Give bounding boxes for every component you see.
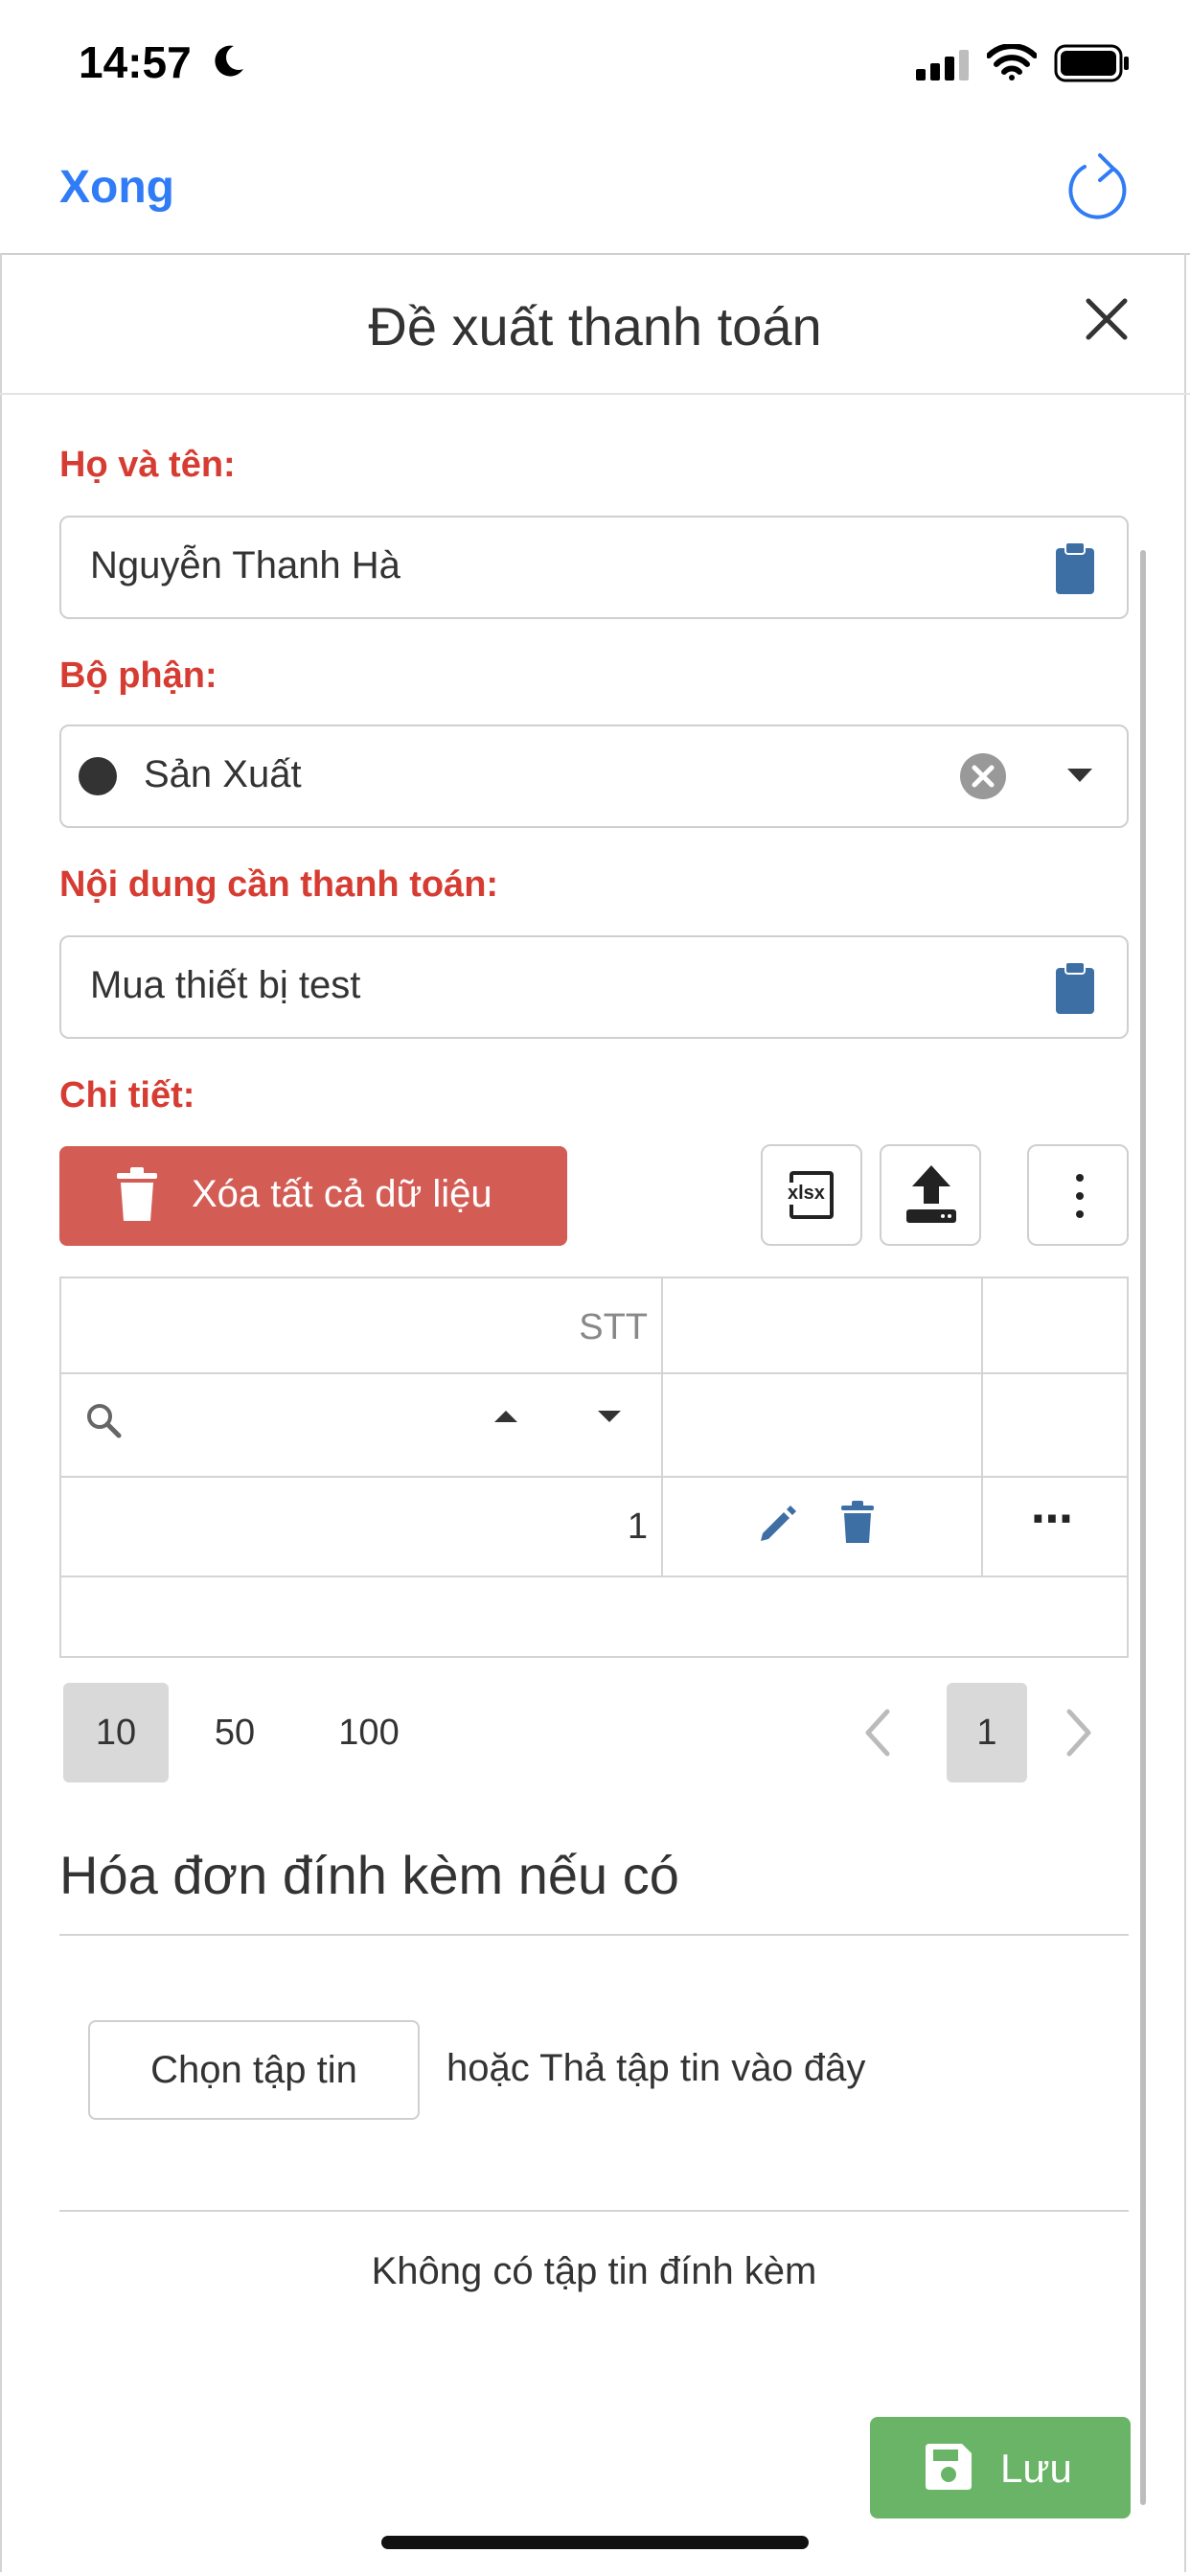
- home-indicator[interactable]: [381, 2536, 809, 2549]
- page-size-50[interactable]: 50: [192, 1683, 278, 1782]
- department-select[interactable]: Sản Xuất: [59, 724, 1129, 828]
- search-icon: [84, 1401, 123, 1444]
- scrollbar[interactable]: [1140, 550, 1146, 2505]
- clipboard-icon[interactable]: [1054, 960, 1096, 1021]
- close-icon[interactable]: [1083, 295, 1131, 348]
- clear-all-button[interactable]: Xóa tất cả dữ liệu: [59, 1146, 567, 1246]
- modal-title: Đề xuất thanh toán: [368, 296, 822, 356]
- chevron-right-icon[interactable]: [1065, 1708, 1094, 1762]
- upload-icon: [904, 1163, 958, 1230]
- more-options-button[interactable]: [1027, 1144, 1129, 1246]
- reload-icon[interactable]: [1064, 151, 1134, 229]
- chevron-down-icon[interactable]: [1065, 767, 1094, 789]
- moon-icon: [209, 42, 247, 85]
- row-more-icon[interactable]: ⋯: [1031, 1495, 1073, 1544]
- details-table: STT 1 ⋯: [59, 1276, 1129, 1658]
- choose-file-button[interactable]: Chọn tập tin: [88, 2020, 420, 2120]
- page-size-10[interactable]: 10: [63, 1683, 169, 1782]
- xlsx-label: xlsx: [786, 1183, 827, 1205]
- status-time: 14:57: [79, 37, 192, 87]
- name-label: Họ và tên:: [59, 445, 236, 485]
- department-value: Sản Xuất: [144, 753, 302, 795]
- floppy-disk-icon: [924, 2442, 973, 2501]
- upload-button[interactable]: [880, 1144, 981, 1246]
- sort-asc-icon[interactable]: [492, 1409, 519, 1429]
- drop-zone-text[interactable]: hoặc Thả tập tin vào đây: [446, 2047, 865, 2090]
- department-color-dot: [79, 757, 117, 795]
- battery-icon: [1054, 44, 1131, 87]
- modal-header-divider: [0, 393, 1190, 395]
- delete-icon[interactable]: [839, 1501, 876, 1550]
- attachments-divider: [59, 1934, 1129, 1936]
- clear-all-label: Xóa tất cả dữ liệu: [192, 1173, 492, 1215]
- save-button[interactable]: Lưu: [870, 2417, 1131, 2518]
- clear-icon[interactable]: [958, 751, 1008, 806]
- done-button[interactable]: Xong: [59, 161, 174, 214]
- name-field[interactable]: Nguyễn Thanh Hà: [59, 516, 1129, 619]
- table-row-divider: [61, 1372, 1127, 1374]
- sort-desc-icon[interactable]: [596, 1409, 623, 1429]
- save-label: Lưu: [1000, 2446, 1072, 2491]
- attachments-title: Hóa đơn đính kèm nếu có: [59, 1845, 679, 1905]
- department-label: Bộ phận:: [59, 656, 217, 696]
- name-value: Nguyễn Thanh Hà: [90, 544, 400, 586]
- content-value: Mua thiết bị test: [90, 964, 361, 1006]
- table-row[interactable]: 1 ⋯: [61, 1478, 1127, 1576]
- details-label: Chi tiết:: [59, 1075, 195, 1116]
- edit-icon[interactable]: [757, 1503, 799, 1550]
- clipboard-icon[interactable]: [1054, 540, 1096, 601]
- page-size-100[interactable]: 100: [316, 1683, 422, 1782]
- column-header-stt[interactable]: STT: [579, 1307, 648, 1348]
- wifi-icon: [986, 43, 1038, 85]
- cellular-signal-icon: [916, 50, 972, 85]
- trash-icon: [115, 1167, 159, 1232]
- content-label: Nội dung cần thanh toán:: [59, 864, 499, 905]
- table-row-divider: [61, 1576, 1127, 1577]
- chevron-left-icon[interactable]: [862, 1708, 891, 1762]
- files-divider: [59, 2210, 1129, 2212]
- content-field[interactable]: Mua thiết bị test: [59, 935, 1129, 1039]
- export-xlsx-button[interactable]: xlsx: [761, 1144, 862, 1246]
- row-stt: 1: [627, 1506, 648, 1547]
- current-page[interactable]: 1: [947, 1683, 1027, 1782]
- no-attachments-text: Không có tập tin đính kèm: [371, 2250, 817, 2292]
- kebab-icon: [1075, 1173, 1085, 1224]
